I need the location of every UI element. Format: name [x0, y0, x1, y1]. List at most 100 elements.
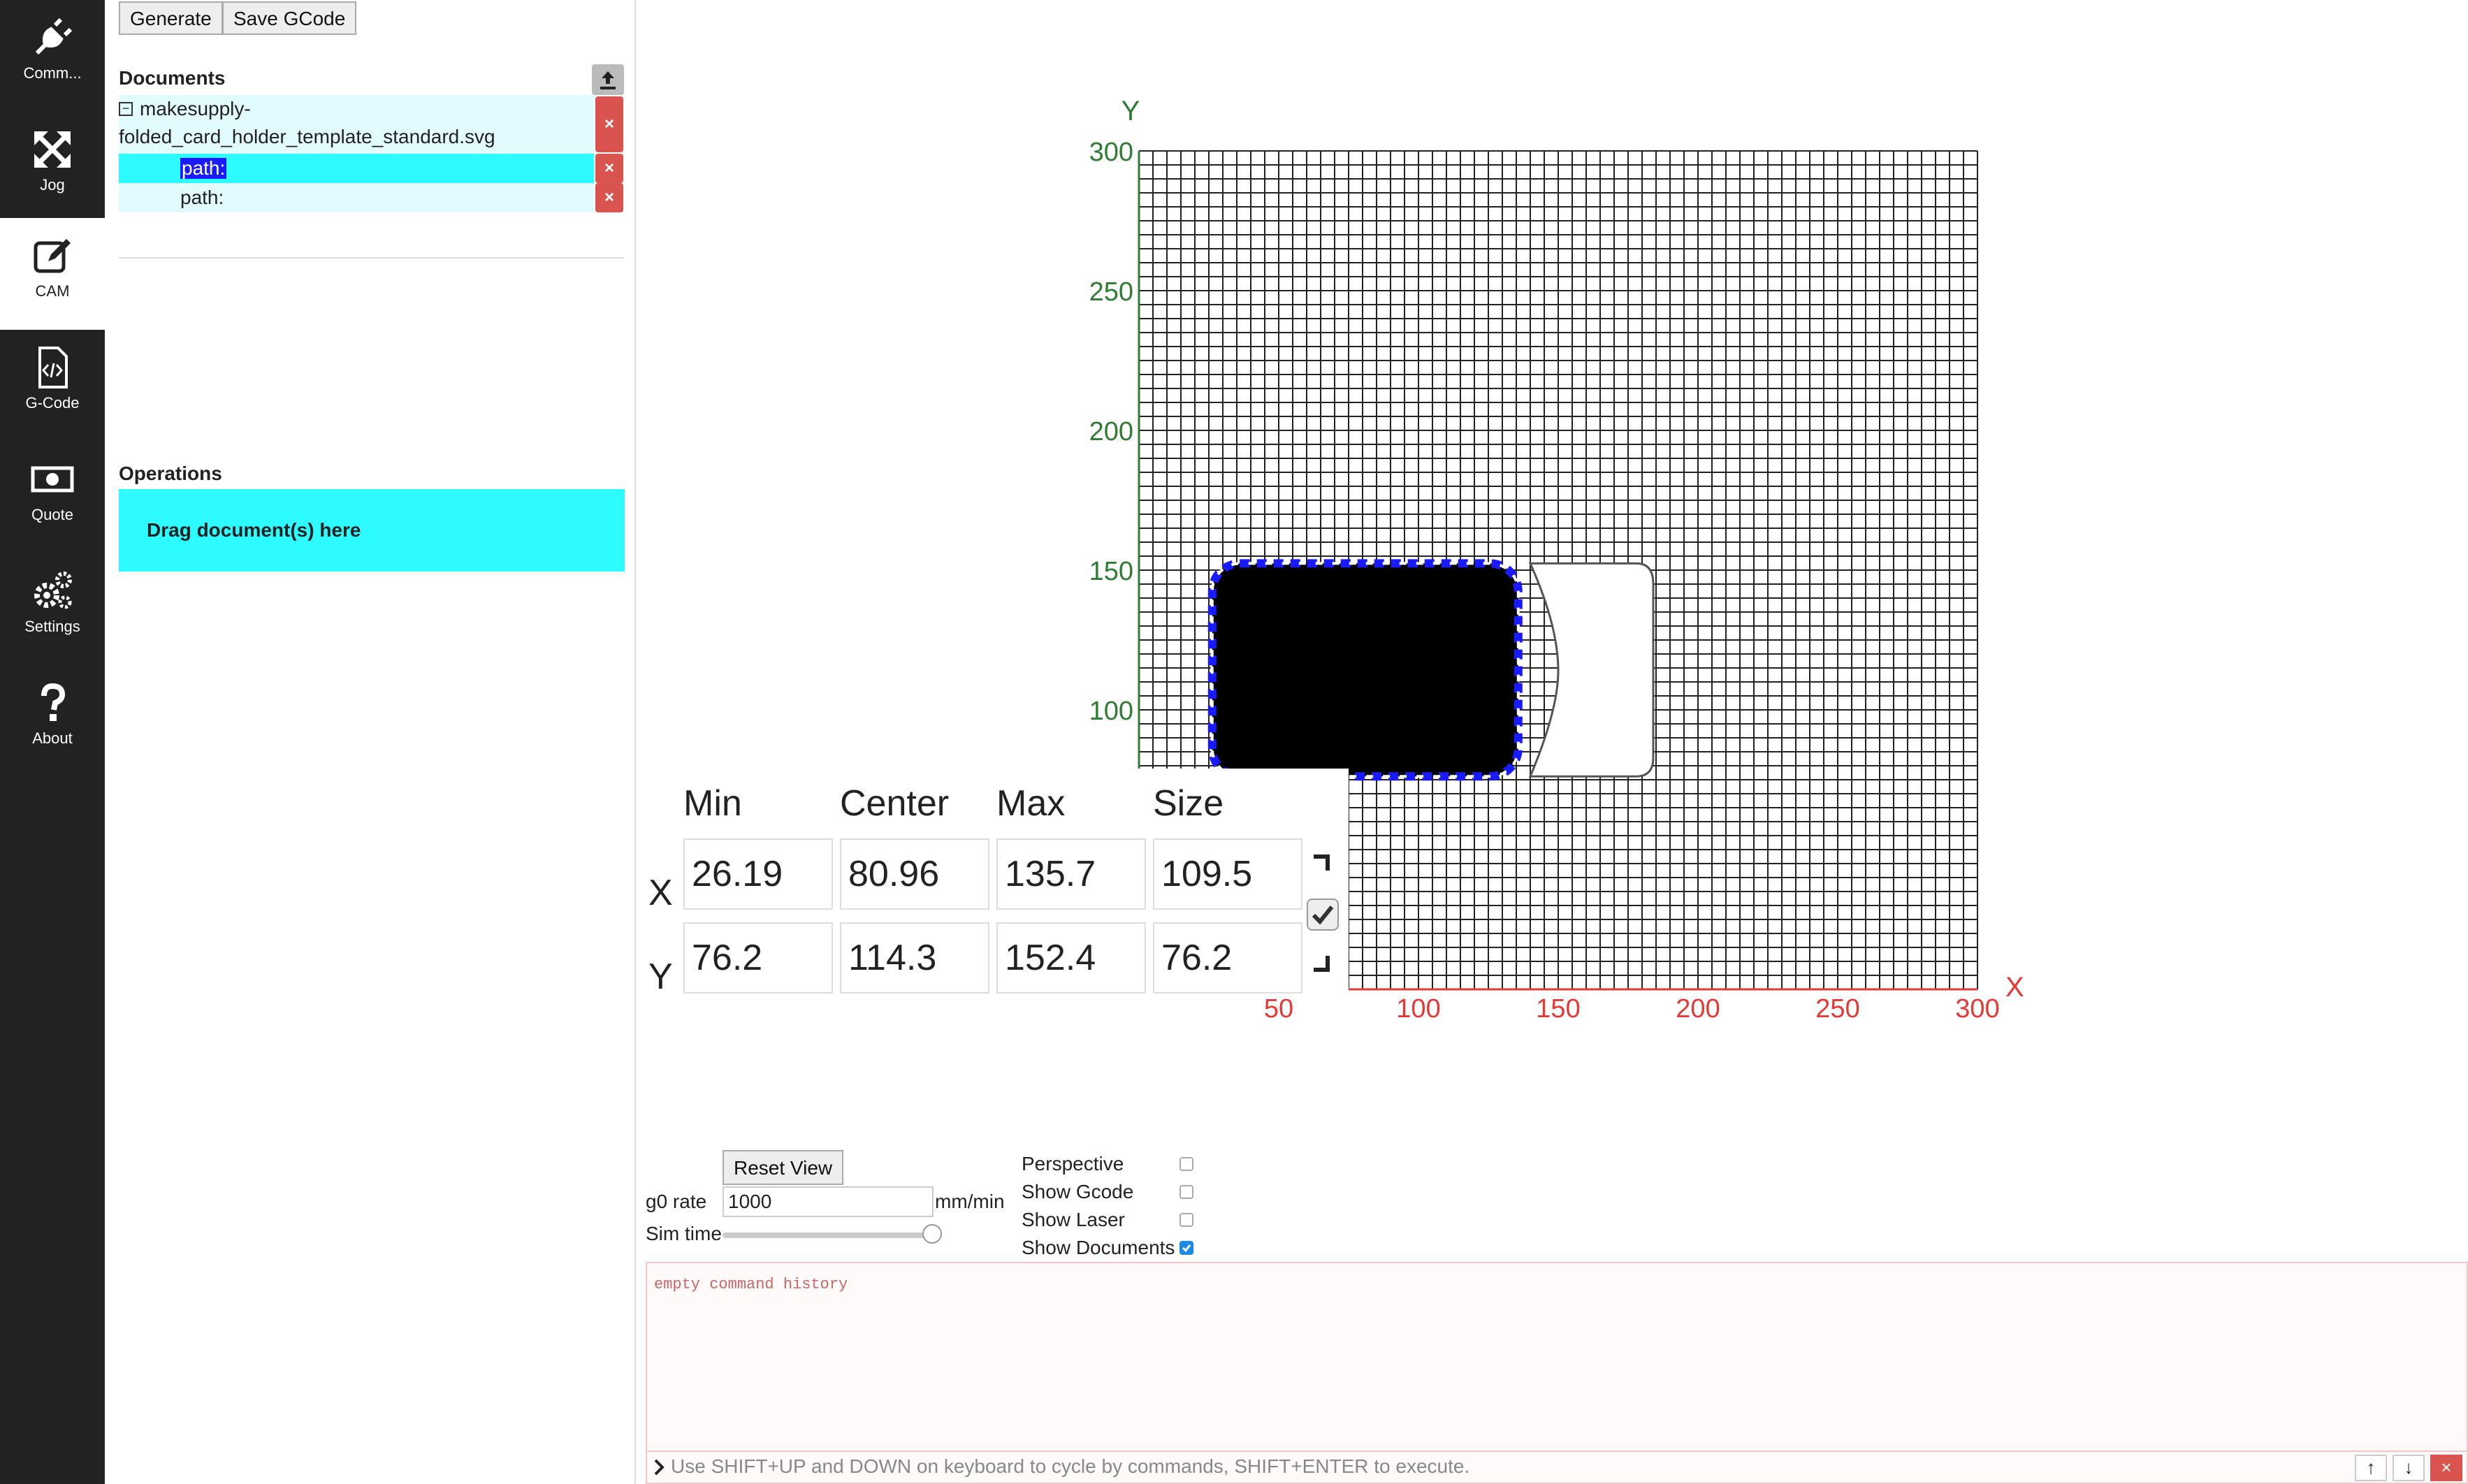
- sidebar-item-quote[interactable]: Quote: [0, 442, 105, 553]
- delete-document-button[interactable]: ×: [595, 96, 623, 152]
- perspective-label: Perspective: [1022, 1153, 1124, 1174]
- history-up-button[interactable]: ↑: [2355, 1455, 2387, 1481]
- close-icon: ×: [604, 115, 614, 133]
- bounds-row-y-label: Y: [648, 956, 673, 997]
- collapse-icon[interactable]: −: [119, 102, 133, 116]
- show-laser-checkbox[interactable]: [1179, 1213, 1193, 1227]
- path-label: path:: [180, 157, 227, 179]
- document-item[interactable]: − makesupply- folded_card_holder_templat…: [119, 95, 594, 154]
- sidebar-item-label: Jog: [40, 176, 65, 194]
- command-history: empty command history: [654, 1276, 848, 1293]
- question-icon: [41, 683, 66, 721]
- bounds-row-x-label: X: [648, 873, 673, 913]
- bounds-x-min-input[interactable]: 26.19: [683, 838, 833, 910]
- g0-rate-label: g0 rate: [646, 1191, 707, 1212]
- gears-icon: [34, 572, 72, 609]
- arrow-up-icon: ↑: [2366, 1457, 2376, 1478]
- unselected-path-shape: [1528, 562, 1655, 778]
- show-documents-checkbox[interactable]: [1179, 1241, 1193, 1255]
- bounds-x-center-input[interactable]: 80.96: [840, 838, 989, 910]
- sidebar-item-about[interactable]: About: [0, 665, 105, 777]
- apply-bounds-button[interactable]: [1307, 899, 1339, 931]
- code-file-icon: [38, 347, 68, 388]
- bounds-header-center: Center: [840, 783, 950, 824]
- sim-time-slider[interactable]: [723, 1224, 942, 1244]
- close-icon: ×: [2441, 1457, 2452, 1478]
- x-tick-label: 300: [1955, 994, 1999, 1024]
- prompt-chevron-icon: [654, 1459, 665, 1476]
- show-documents-label: Show Documents: [1022, 1237, 1175, 1258]
- y-tick-label: 200: [1089, 417, 1133, 446]
- generate-button[interactable]: Generate: [119, 1, 223, 35]
- console: empty command history Use SHIFT+UP and D…: [646, 1262, 2468, 1484]
- document-name-line2: folded_card_holder_template_standard.svg: [119, 126, 495, 147]
- x-tick-label: 150: [1536, 994, 1580, 1024]
- sidebar: Comm... Jog CAM G-Code Quote Settings Ab…: [0, 0, 105, 1484]
- clear-console-button[interactable]: ×: [2430, 1455, 2462, 1481]
- bounds-y-max-input[interactable]: 152.4: [996, 922, 1146, 994]
- sidebar-item-settings[interactable]: Settings: [0, 553, 105, 665]
- g0-rate-unit: mm/min: [935, 1191, 1005, 1212]
- documents-title: Documents: [119, 67, 226, 89]
- command-line: Use SHIFT+UP and DOWN on keyboard to cyc…: [647, 1450, 2467, 1483]
- show-laser-label: Show Laser: [1022, 1209, 1125, 1230]
- sidebar-item-label: CAM: [35, 282, 70, 300]
- perspective-checkbox[interactable]: [1179, 1157, 1193, 1171]
- bounds-header-size: Size: [1153, 783, 1224, 824]
- arrow-down-icon: ↓: [2404, 1457, 2413, 1478]
- close-icon: ×: [604, 159, 614, 177]
- sidebar-item-label: Quote: [31, 506, 73, 523]
- sidebar-item-comm[interactable]: Comm...: [0, 0, 105, 112]
- check-icon: [1312, 905, 1334, 925]
- edit-icon: [34, 239, 71, 273]
- y-tick-label: 100: [1089, 697, 1133, 726]
- history-down-button[interactable]: ↓: [2393, 1455, 2425, 1481]
- reset-view-button[interactable]: Reset View: [723, 1150, 844, 1185]
- bounds-y-min-input[interactable]: 76.2: [683, 922, 833, 994]
- plug-icon: [35, 17, 73, 55]
- show-gcode-label: Show Gcode: [1022, 1181, 1134, 1202]
- document-path-item[interactable]: path:: [119, 183, 594, 212]
- delete-path-button[interactable]: ×: [595, 183, 623, 212]
- money-icon: [31, 466, 74, 493]
- bounds-x-max-input[interactable]: 135.7: [996, 838, 1146, 910]
- sim-time-handle[interactable]: [922, 1224, 942, 1244]
- upload-button[interactable]: [592, 64, 624, 95]
- upload-icon: [600, 71, 616, 89]
- command-input[interactable]: Use SHIFT+UP and DOWN on keyboard to cyc…: [671, 1452, 2278, 1481]
- check-icon: [1182, 1244, 1191, 1253]
- bounds-header-min: Min: [683, 783, 742, 824]
- sidebar-item-jog[interactable]: Jog: [0, 112, 105, 224]
- operations-drop-zone[interactable]: Drag document(s) here: [119, 489, 625, 572]
- sidebar-item-label: Comm...: [23, 64, 82, 82]
- document-path-item[interactable]: path:: [119, 154, 594, 183]
- close-icon: ×: [604, 188, 614, 207]
- path-label: path:: [180, 187, 224, 208]
- sidebar-item-cam[interactable]: CAM: [0, 218, 105, 330]
- divider: [119, 257, 623, 259]
- x-tick-label: 200: [1676, 994, 1720, 1024]
- y-tick-label: 300: [1089, 138, 1133, 167]
- x-axis-title: X: [2005, 972, 2024, 1003]
- move-icon: [34, 131, 71, 168]
- y-tick-label: 150: [1089, 557, 1133, 586]
- selected-path-shape: [1212, 563, 1518, 777]
- sim-time-label: Sim time: [646, 1223, 722, 1244]
- bounds-header-max: Max: [996, 783, 1066, 824]
- bounds-y-size-input[interactable]: 76.2: [1153, 922, 1302, 994]
- x-tick-label: 100: [1396, 994, 1440, 1024]
- x-tick-label: 250: [1815, 994, 1859, 1024]
- g0-rate-input[interactable]: 1000: [723, 1186, 934, 1217]
- show-gcode-checkbox[interactable]: [1179, 1185, 1193, 1199]
- save-gcode-button[interactable]: Save GCode: [222, 1, 357, 35]
- y-axis-title: Y: [1122, 96, 1140, 126]
- delete-path-button[interactable]: ×: [595, 154, 623, 183]
- sidebar-item-label: G-Code: [25, 394, 80, 412]
- operations-title: Operations: [119, 463, 222, 484]
- bounds-x-size-input[interactable]: 109.5: [1153, 838, 1302, 910]
- cam-panel: Generate Save GCode Documents − makesupp…: [105, 0, 636, 1484]
- bounds-y-center-input[interactable]: 114.3: [840, 922, 989, 994]
- bounds-panel: Min Center Max Size X Y 26.19 80.96 135.…: [636, 769, 1349, 999]
- y-tick-label: 250: [1089, 277, 1133, 307]
- sidebar-item-gcode[interactable]: G-Code: [0, 330, 105, 442]
